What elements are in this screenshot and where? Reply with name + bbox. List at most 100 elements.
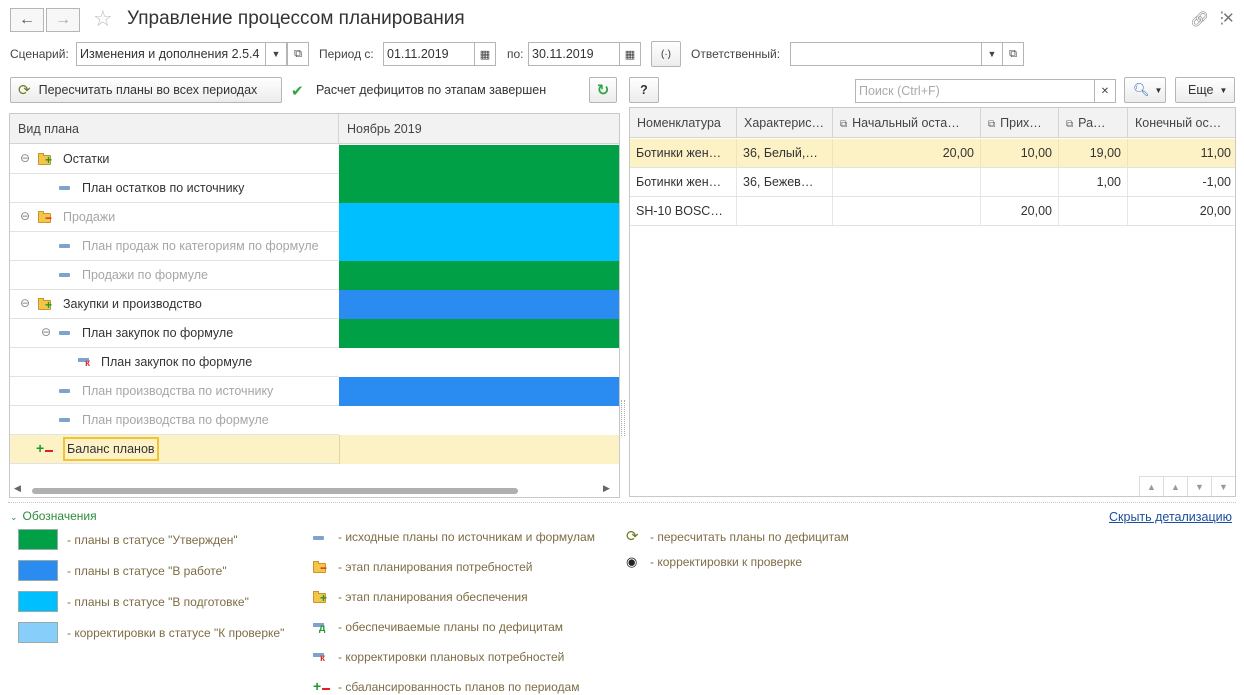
responsible-dropdown-button[interactable]: ▼ [981,42,1003,66]
items-cell: 19,00 [1059,139,1128,167]
items-col-header[interactable]: ⧉ Ра… [1059,108,1128,138]
plan-status-cell[interactable] [339,406,619,435]
plan-status-cell[interactable] [339,232,619,261]
k-letter: к [320,653,326,664]
items-cell: 36, Бежев… [737,168,833,196]
items-col-header[interactable]: Характерис… [737,108,833,138]
plan-row[interactable]: к План закупок по формуле [10,348,619,377]
period-to-calendar-button[interactable]: ▦ [619,42,641,66]
plan-status-cell[interactable] [339,203,619,232]
period-from-field[interactable]: 01.11.2019 [383,42,475,66]
plan-row-label: План производства по формуле [82,413,269,427]
search-clear-button[interactable]: ✕ [1094,79,1116,103]
help-button[interactable]: ? [629,77,659,103]
scenario-open-button[interactable]: ⧉ [287,42,309,66]
plans-col-period-header[interactable]: Ноябрь 2019 [339,114,619,144]
responsible-field[interactable] [790,42,982,66]
plan-status-cell[interactable] [339,145,619,174]
scroll-left-icon[interactable]: ◀ [14,483,21,494]
balance-icon: + [36,440,54,457]
check-icon: ✔ [291,83,304,100]
legend-text: - исходные планы по источникам и формула… [338,530,595,544]
items-grid[interactable]: Номенклатура Характерис… ⧉ Начальный оста… ⧉… [629,107,1236,497]
plan-row[interactable]: ⊖ План закупок по формуле [10,319,619,348]
plan-status-cell[interactable] [339,174,619,203]
scroll-top-button[interactable]: ▲ [1139,477,1163,496]
legend-divider [8,502,1236,503]
items-row[interactable]: Ботинки жен… 36, Бежев… 1,00 -1,00 [630,168,1235,197]
items-col-header[interactable]: Конечный ос… [1128,108,1235,138]
splitter-handle[interactable] [621,400,625,436]
items-cell: 20,00 [833,139,981,167]
scroll-thumb[interactable] [32,488,518,494]
refresh-button[interactable]: ↻ [589,77,617,103]
items-nav: ▲ ▲ ▼ ▼ [1139,476,1235,496]
items-cell: 20,00 [981,197,1059,225]
scroll-bottom-button[interactable]: ▼ [1211,477,1235,496]
collapse-toggle-icon[interactable]: ⊖ [20,209,30,223]
scroll-down-button[interactable]: ▼ [1187,477,1211,496]
legend-toggle[interactable]: ⌄ Обозначения [10,509,97,523]
plan-row[interactable]: ⊖ + Остатки [10,145,619,174]
responsible-label: Ответственный: [691,47,781,61]
scroll-right-icon[interactable]: ▶ [603,483,610,494]
items-row[interactable]: Ботинки жен… 36, Белый,… 20,00 10,00 19,00 11… [630,139,1235,168]
period-select-button[interactable]: (·) [651,41,681,67]
items-row[interactable]: SH-10 BOSC… 20,00 20,00 [630,197,1235,226]
items-cell: 1,00 [1059,168,1128,196]
scenario-field[interactable]: Изменения и дополнения 2.5.4 [76,42,266,66]
period-to-field[interactable]: 30.11.2019 [528,42,620,66]
plans-hscrollbar[interactable]: ◀ ▶ [10,483,619,497]
plan-row[interactable]: План производства по источнику [10,377,619,406]
collapse-toggle-icon[interactable]: ⊖ [20,151,30,165]
recalc-all-button[interactable]: ⟳ Пересчитать планы во всех периодах [10,77,282,103]
chevron-up-icon: ▲ [1171,482,1180,492]
link-icon[interactable]: 🔗︎ [1190,10,1209,28]
items-col-header[interactable]: Номенклатура [630,108,737,138]
calendar-icon: ▦ [624,48,636,61]
plan-minus-icon [59,185,71,191]
collapse-toggle-icon[interactable]: ⊖ [20,296,30,310]
plan-row[interactable]: План продаж по категориям по формуле [10,232,619,261]
more-menu-label: Еще [1188,83,1214,97]
items-col-header[interactable]: ⧉ Прих… [981,108,1059,138]
responsible-open-button[interactable]: ⧉ [1002,42,1024,66]
plan-bar [59,418,70,422]
chevron-down-icon: ▼ [271,49,281,59]
star-icon[interactable]: ☆ [93,6,113,32]
plan-status-cell[interactable] [339,319,619,348]
scenario-dropdown-button[interactable]: ▼ [265,42,287,66]
plan-row[interactable]: Продажи по формуле [10,261,619,290]
plan-status-cell[interactable] [339,348,619,377]
hide-details-link[interactable]: Скрыть детализацию [1109,510,1232,524]
period-from-calendar-button[interactable]: ▦ [474,42,496,66]
items-col-header-label: Номенклатура [637,116,721,130]
search-button[interactable]: 🔍︎ ▼ [1124,77,1166,103]
search-input[interactable]: Поиск (Ctrl+F) [855,79,1095,103]
plans-grid[interactable]: Вид плана Ноябрь 2019 ⊖ + Остатки План оста… [9,113,620,498]
eye-icon: ◉ [626,554,638,569]
search-icon: 🔍︎ [1133,82,1150,97]
scroll-up-button[interactable]: ▲ [1163,477,1187,496]
close-icon[interactable]: ✕ [1222,9,1235,27]
forward-button[interactable]: → [46,8,80,32]
period-icon: (·) [661,48,671,60]
plan-bar [59,389,70,393]
plan-row[interactable]: План остатков по источнику [10,174,619,203]
back-button[interactable]: ← [10,8,44,32]
plan-row-label: План закупок по формуле [82,326,234,340]
collapse-toggle-icon[interactable]: ⊖ [41,325,51,339]
plan-status-cell[interactable] [339,290,619,319]
plans-col-type-header[interactable]: Вид плана [10,114,339,144]
more-menu-button[interactable]: Еще ▼ [1175,77,1235,103]
plan-status-cell[interactable] [339,377,619,406]
plan-status-cell[interactable] [339,435,619,464]
plan-status-cell[interactable] [339,261,619,290]
plan-row[interactable]: ⊖ + Закупки и производство [10,290,619,319]
items-col-header[interactable]: ⧉ Начальный оста… [833,108,981,138]
plan-row[interactable]: ⊖ − Продажи [10,203,619,232]
items-cell: 36, Белый,… [737,139,833,167]
plan-row-label: План продаж по категориям по формуле [82,239,319,253]
plan-row[interactable]: + Баланс планов [10,435,619,464]
plan-row[interactable]: План производства по формуле [10,406,619,435]
